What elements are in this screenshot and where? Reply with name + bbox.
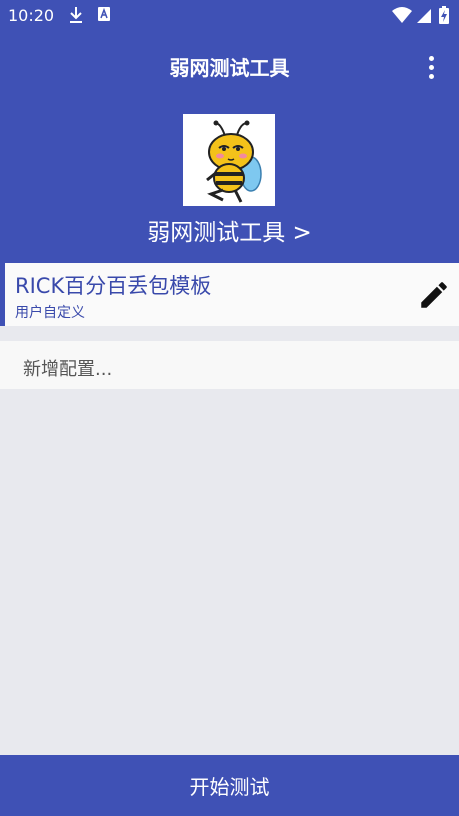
app-screen: 10:20 弱网测试工具 弱网测试工具 > RICK百分百丢包模板 用户自定义 … [0, 0, 459, 816]
status-time: 10:20 [8, 6, 55, 25]
app-title: 弱网测试工具 [169, 56, 290, 80]
add-config-button[interactable]: 新增配置... [0, 341, 459, 389]
wifi-icon [392, 6, 412, 28]
edit-pencil-icon[interactable] [417, 278, 451, 312]
add-config-label: 新增配置... [23, 359, 113, 380]
signal-icon [416, 6, 432, 28]
app-header: 弱网测试工具 弱网测试工具 > [0, 30, 459, 263]
download-icon [68, 6, 84, 28]
app-info-link[interactable]: 弱网测试工具 > [0, 213, 459, 247]
config-subtitle: 用户自定义 [15, 305, 85, 321]
battery-charging-icon [439, 6, 449, 28]
bee-logo[interactable] [183, 114, 275, 206]
start-test-button[interactable]: 开始测试 [0, 755, 459, 816]
config-item[interactable]: RICK百分百丢包模板 用户自定义 [0, 263, 459, 326]
config-name: RICK百分百丢包模板 [15, 274, 212, 298]
status-bar: 10:20 [0, 0, 459, 30]
keyboard-a-icon [97, 6, 111, 26]
more-vert-icon[interactable] [418, 52, 444, 82]
bee-mascot-image [206, 120, 262, 203]
